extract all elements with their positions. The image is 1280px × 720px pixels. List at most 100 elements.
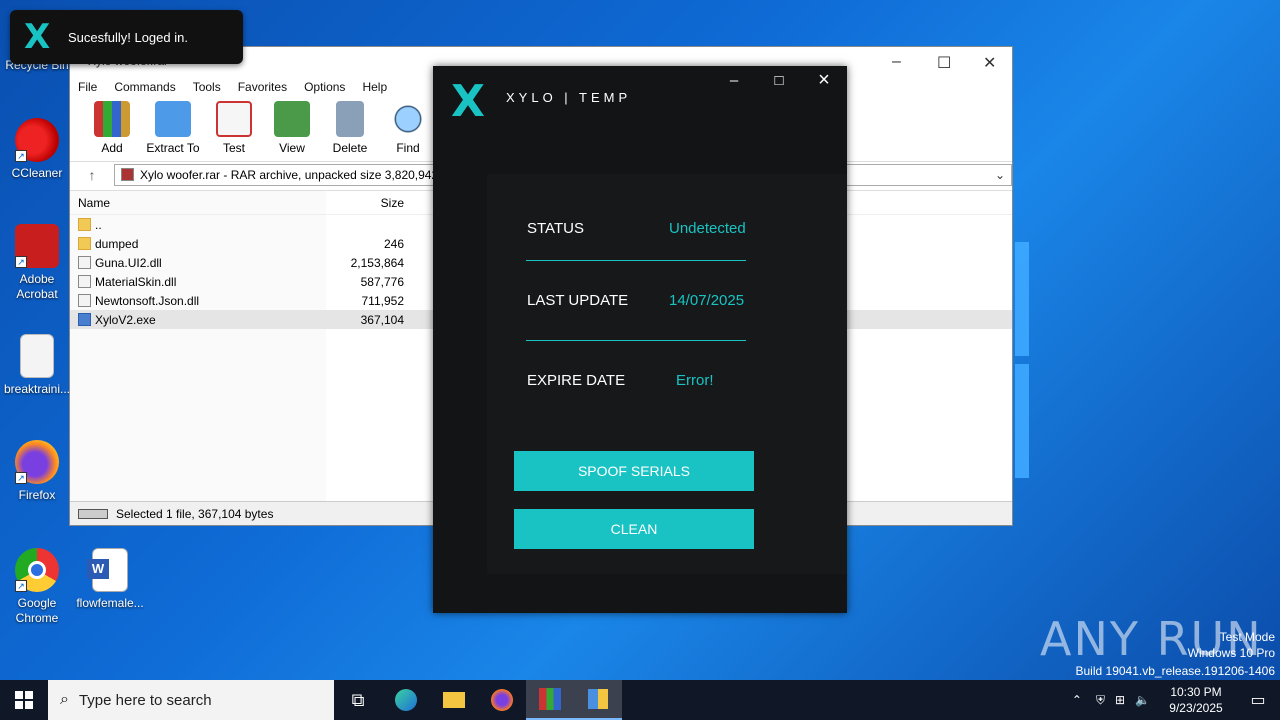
notification-icon[interactable]: ▭	[1236, 690, 1280, 710]
xylo-window: X XYLO | TEMP – □ × STATUS Undetected LA…	[433, 66, 847, 613]
word-logo-icon: W	[87, 559, 109, 579]
image-file-icon	[20, 334, 54, 378]
chrome-center-icon	[28, 561, 46, 579]
desktop-icon-adobe-acrobat[interactable]: ↗ Adobe Acrobat	[1, 224, 73, 302]
file-size: 2,153,864	[350, 255, 404, 270]
rar-archive-icon	[121, 168, 134, 181]
last-update-label: LAST UPDATE	[527, 292, 629, 309]
spoof-serials-button[interactable]: SPOOF SERIALS	[514, 451, 754, 491]
chevron-up-icon[interactable]: ⌃	[1072, 693, 1082, 707]
extract-folder-icon	[155, 101, 191, 137]
dll-file-icon	[78, 256, 91, 269]
xylo-logo-icon: X	[24, 17, 51, 57]
firefox-taskbar-icon[interactable]	[478, 680, 526, 720]
toast-message: Sucesfully! Loged in.	[68, 29, 188, 45]
app-title: XYLO | TEMP	[506, 90, 632, 105]
file-name: MaterialSkin.dll	[95, 274, 177, 289]
view-label: View	[279, 141, 305, 155]
build-text: Build 19041.vb_release.191206-1406	[1075, 664, 1276, 678]
exe-file-icon	[78, 313, 91, 326]
test-mode-text: Test Mode	[1219, 630, 1275, 644]
test-button[interactable]: Test	[206, 99, 262, 155]
minimize-button[interactable]: –	[719, 72, 749, 89]
clock-time: 10:30 PM	[1170, 685, 1222, 699]
chrome-icon: ↗	[15, 548, 59, 592]
close-button[interactable]: ×	[809, 69, 839, 92]
add-archive-icon	[94, 101, 130, 137]
file-name: Newtonsoft.Json.dll	[95, 293, 200, 308]
file-name: XyloV2.exe	[95, 312, 156, 327]
status-value: Undetected	[669, 220, 746, 237]
clean-button[interactable]: CLEAN	[514, 509, 754, 549]
folder-icon	[78, 237, 91, 250]
word-document-icon: W	[87, 548, 128, 592]
maximize-icon[interactable]: ☐	[937, 53, 951, 73]
desktop-icon-breaktraining[interactable]: breaktraini...	[1, 334, 73, 397]
clock[interactable]: 10:30 PM 9/23/2025	[1156, 684, 1236, 716]
menu-help[interactable]: Help	[362, 80, 387, 94]
search-icon: ⌕	[60, 691, 69, 708]
view-button[interactable]: View	[264, 99, 320, 155]
extract-to-label: Extract To	[146, 141, 200, 155]
chevron-down-icon[interactable]: ⌄	[995, 168, 1005, 182]
find-label: Find	[396, 141, 420, 155]
maximize-button[interactable]: □	[764, 72, 794, 89]
close-icon[interactable]: ✕	[983, 53, 996, 73]
archive-path-text: Xylo woofer.rar - RAR archive, unpacked …	[140, 167, 439, 182]
dll-file-icon	[78, 275, 91, 288]
security-icon[interactable]: ⛨	[1096, 693, 1105, 708]
divider	[526, 260, 746, 261]
file-explorer-icon[interactable]	[430, 680, 478, 720]
file-size: 587,776	[360, 274, 404, 289]
desktop-icon-firefox[interactable]: ↗ Firefox	[1, 440, 73, 503]
volume-icon[interactable]: 🔈	[1135, 693, 1150, 707]
desktop-icon-ccleaner[interactable]: ↗ CCleaner	[1, 118, 73, 181]
desktop-icon-label: flowfemale...	[76, 596, 144, 610]
name-column-header[interactable]: Name	[70, 196, 326, 210]
desktop-icon-google-chrome[interactable]: ↗ Google Chrome	[1, 548, 73, 626]
find-button[interactable]: Find	[380, 99, 436, 155]
login-toast: X Sucesfully! Loged in.	[10, 10, 243, 64]
menu-tools[interactable]: Tools	[193, 80, 221, 94]
expire-date-label: EXPIRE DATE	[527, 372, 626, 389]
task-view-icon[interactable]: ⧉	[334, 680, 382, 720]
taskbar-search-box[interactable]: ⌕ Type here to search	[48, 680, 334, 720]
winrar-taskbar-icon[interactable]	[526, 680, 574, 720]
test-label: Test	[222, 141, 245, 155]
xylo-taskbar-icon[interactable]	[574, 680, 622, 720]
dll-file-icon	[78, 294, 91, 307]
file-size: 367,104	[360, 312, 404, 327]
xylo-logo-icon: X	[451, 76, 485, 127]
file-name: dumped	[95, 236, 139, 251]
up-arrow-icon[interactable]: ↑	[70, 167, 114, 183]
adobe-acrobat-icon: ↗	[15, 224, 59, 268]
last-update-value: 14/07/2025	[669, 292, 745, 309]
delete-button[interactable]: Delete	[322, 99, 378, 155]
file-size: 246	[383, 236, 404, 251]
menu-favorites[interactable]: Favorites	[238, 80, 287, 94]
add-button[interactable]: Add	[84, 99, 140, 155]
desktop-wallpaper-accent	[1015, 242, 1029, 356]
drive-icon	[78, 508, 108, 519]
edge-icon[interactable]	[382, 680, 430, 720]
minimize-icon[interactable]: –	[892, 53, 901, 71]
search-placeholder: Type here to search	[78, 691, 212, 709]
menu-file[interactable]: File	[78, 80, 97, 94]
firefox-icon: ↗	[15, 440, 59, 484]
extract-to-button[interactable]: Extract To	[142, 99, 204, 155]
desktop-icon-flowfemale[interactable]: W flowfemale...	[74, 548, 146, 611]
desktop-wallpaper-accent	[1015, 364, 1029, 478]
network-icon[interactable]: ⊞	[1115, 693, 1125, 707]
shortcut-arrow-icon: ↗	[15, 580, 27, 592]
file-name: ..	[95, 217, 102, 232]
start-button[interactable]	[0, 680, 48, 720]
size-column-header[interactable]: Size	[326, 196, 404, 210]
os-edition-text: Windows 10 Pro	[1187, 646, 1275, 660]
menu-commands[interactable]: Commands	[114, 80, 175, 94]
clock-date: 9/23/2025	[1169, 701, 1223, 715]
divider	[526, 340, 746, 341]
desktop-icon-label: Google Chrome	[15, 596, 59, 625]
expire-date-value: Error!	[676, 372, 714, 389]
menu-options[interactable]: Options	[304, 80, 345, 94]
desktop-icon-label: Adobe Acrobat	[16, 272, 58, 301]
